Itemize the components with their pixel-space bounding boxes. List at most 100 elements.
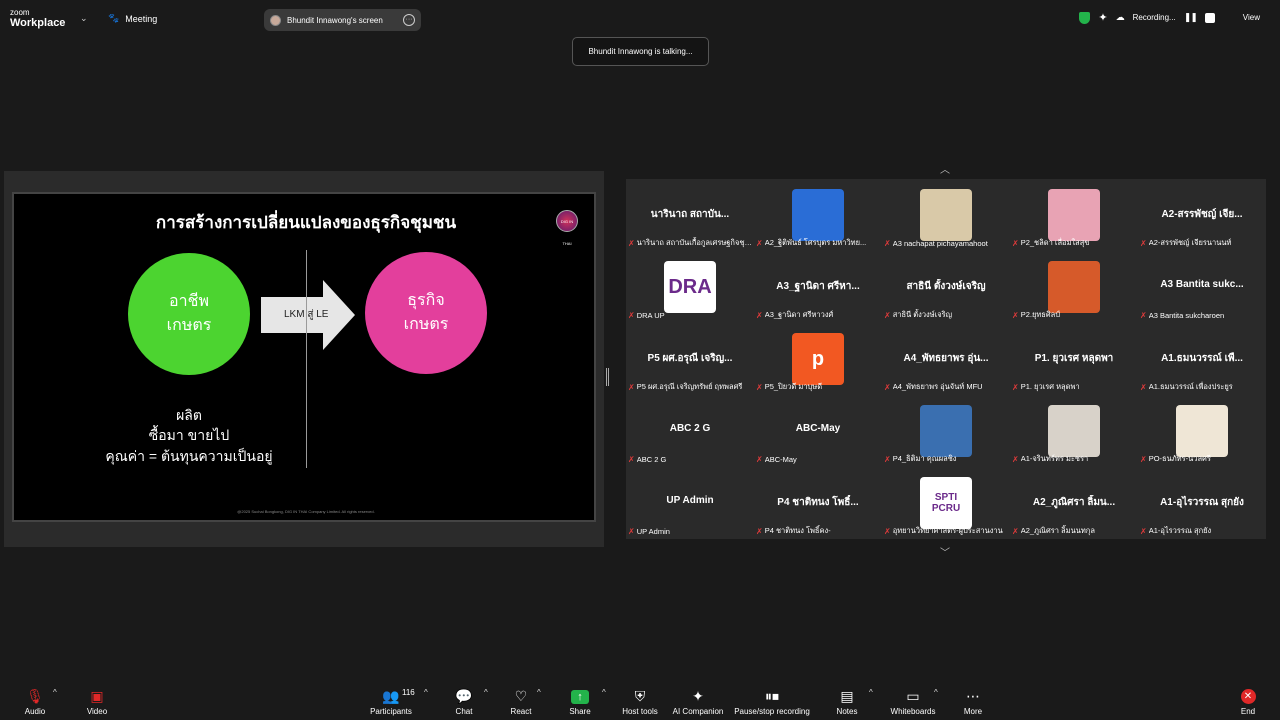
- screen-label: Bhundit Innawong's screen: [287, 15, 383, 25]
- share-button[interactable]: ↑ Share: [565, 680, 595, 720]
- zoom-logo[interactable]: zoom Workplace: [10, 9, 65, 29]
- participant-tile[interactable]: P1. ยุวเรศ หลุดพา ✗ P1. ยุวเรศ หลุดพา: [1010, 323, 1138, 395]
- participant-tile[interactable]: ✗ A2_ฐิติพันธ์ โศรบุตร มหาวิทย...: [754, 179, 882, 251]
- caret-up-icon[interactable]: ^: [869, 688, 873, 697]
- whiteboards-button[interactable]: ▭ Whiteboards: [888, 680, 938, 720]
- participant-tile[interactable]: ✗ A3 nachapat pichayamahoot: [882, 179, 1010, 251]
- meeting-info-button[interactable]: 🐾 Meeting: [108, 13, 157, 24]
- participant-name: A4_พัทธยาพร อุ่นจันท์ MFU: [892, 382, 983, 391]
- circle-text: ธุรกิจ: [407, 292, 445, 309]
- stop-icon[interactable]: [1204, 12, 1215, 23]
- participant-name-bar: ✗ A2_ภูณิศรา ลิ้มนนทกุล: [1012, 525, 1136, 537]
- participant-tile[interactable]: A3_ฐานิดา ศรีหา... ✗ A3_ฐานิดา ศรีหาวงศ์: [754, 251, 882, 323]
- ai-companion-icon[interactable]: ✦: [1098, 11, 1107, 24]
- react-button[interactable]: ♡ React: [506, 680, 536, 720]
- caret-up-icon[interactable]: ^: [53, 688, 57, 697]
- mic-muted-icon: ✗: [756, 526, 763, 536]
- chevron-up-icon[interactable]: ︿: [940, 161, 950, 176]
- participant-display-name: P4 ชาติทนง โพธิ์...: [777, 497, 859, 508]
- participant-tile[interactable]: สาธินี ตั้งวงษ์เจริญ ✗ สาธินี ตั้งวงษ์เจริ…: [882, 251, 1010, 323]
- participant-tile[interactable]: ✗ PO-ธนภัทร-นวลศรี: [1138, 395, 1266, 467]
- caret-up-icon[interactable]: ^: [484, 688, 488, 697]
- participant-tile[interactable]: P5 ผศ.อรุณี เจริญ... ✗ P5 ผศ.อรุณี เจริญทร…: [626, 323, 754, 395]
- meeting-label: Meeting: [125, 13, 158, 24]
- participant-tile[interactable]: UP Admin ✗ UP Admin: [626, 467, 754, 539]
- participant-tile[interactable]: A2-สรรพัชญ์ เจีย... ✗ A2-สรรพัชญ์ เจียรนาน…: [1138, 179, 1266, 251]
- more-icon[interactable]: ···: [403, 14, 415, 26]
- participant-tile[interactable]: ✗ P2_ชลิดา เลื่อมใสสุข: [1010, 179, 1138, 251]
- participant-name-bar: ✗ A1-จรินทร์ทร มะชรา: [1012, 453, 1136, 465]
- caret-up-icon[interactable]: ^: [537, 688, 541, 697]
- chevron-down-icon[interactable]: ﹀: [940, 544, 950, 559]
- participant-photo: [1048, 189, 1100, 241]
- participant-name: ABC-May: [764, 454, 797, 464]
- participant-tile[interactable]: DRA ✗ DRA UP: [626, 251, 754, 323]
- mic-muted-icon: ✗: [628, 310, 635, 320]
- mic-muted-icon: ✗: [628, 526, 635, 536]
- mic-muted-icon: ✗: [884, 310, 891, 320]
- participant-tile[interactable]: ✗ P2.ยุทธศิลป์: [1010, 251, 1138, 323]
- participant-name: A1.ธมนวรรณ์ เพื่องประยูร: [1148, 382, 1233, 391]
- caret-up-icon[interactable]: ^: [424, 688, 428, 697]
- top-right-controls: ✦ ☁ Recording... ❚❚ View: [1079, 11, 1260, 24]
- host-tools-button[interactable]: ⛨ Host tools: [618, 680, 662, 720]
- participants-icon: 👥: [382, 688, 400, 704]
- chat-icon: 💬: [455, 688, 473, 704]
- participant-tile[interactable]: ABC 2 G ✗ ABC 2 G: [626, 395, 754, 467]
- shared-screen-pill[interactable]: Bhundit Innawong's screen ···: [264, 9, 421, 31]
- react-label: React: [510, 707, 532, 716]
- participant-name: A3 Bantita sukcharoen: [1148, 310, 1225, 320]
- participant-tile[interactable]: นารินาถ สถาบัน... ✗ นารินาถ สถาบันเกื้อกูล…: [626, 179, 754, 251]
- end-button[interactable]: ✕ End: [1236, 680, 1260, 720]
- video-off-icon: ▣: [90, 688, 104, 704]
- participant-tile[interactable]: SPTI PCRU ✗ อุทยานวิทยาศาสตร์-ผู้ประสานงาน: [882, 467, 1010, 539]
- chevron-down-icon[interactable]: ⌄: [80, 13, 88, 24]
- caret-up-icon[interactable]: ^: [934, 688, 938, 697]
- slide-divider: [306, 250, 307, 468]
- resize-handle[interactable]: [606, 368, 609, 386]
- participant-tile[interactable]: A3 Bantita sukc... ✗ A3 Bantita sukcharoen: [1138, 251, 1266, 323]
- shield-icon[interactable]: [1079, 11, 1091, 24]
- participant-name-bar: ✗ ABC 2 G: [628, 453, 752, 465]
- participant-name-bar: ✗ P2.ยุทธศิลป์: [1012, 309, 1136, 321]
- participant-name-bar: ✗ P1. ยุวเรศ หลุดพา: [1012, 381, 1136, 393]
- notes-button[interactable]: ▤ Notes: [834, 680, 860, 720]
- pause-icon[interactable]: ❚❚: [1184, 12, 1198, 23]
- pause-recording-button[interactable]: ⏸⏹ Pause/stop recording: [732, 680, 812, 720]
- participant-name: นารินาถ สถาบันเกื้อกูลเศรษฐกิจชุม...: [636, 238, 752, 247]
- participant-display-name: สาธินี ตั้งวงษ์เจริญ: [906, 281, 986, 292]
- participant-name: DRA UP: [636, 310, 665, 320]
- mic-muted-icon: ✗: [1140, 454, 1147, 464]
- more-button[interactable]: ⋯ More: [960, 680, 986, 720]
- participant-tile[interactable]: ABC-May ✗ ABC-May: [754, 395, 882, 467]
- slide-line: ซื้อมา ขายไป: [148, 427, 230, 444]
- participant-name: P4 ชาติทนง โพธิ์คง-: [764, 526, 831, 535]
- participant-tile[interactable]: A2_ภูณิศรา ลิ้มน... ✗ A2_ภูณิศรา ลิ้มนนทกุ…: [1010, 467, 1138, 539]
- participant-name-bar: ✗ อุทยานวิทยาศาสตร์-ผู้ประสานงาน: [884, 525, 1008, 537]
- caret-up-icon[interactable]: ^: [602, 688, 606, 697]
- mic-muted-icon: ✗: [1140, 310, 1147, 320]
- participants-button[interactable]: 👥 Participants: [366, 680, 416, 720]
- participant-tile[interactable]: ✗ A1-จรินทร์ทร มะชรา: [1010, 395, 1138, 467]
- host-tools-label: Host tools: [622, 707, 658, 716]
- participant-tile[interactable]: ✗ P4_ธิติมา คุณผลชิง: [882, 395, 1010, 467]
- participant-tile[interactable]: A1-อุไรวรรณ สุกยัง ✗ A1-อุไรวรรณ สุกยัง: [1138, 467, 1266, 539]
- participant-name-bar: ✗ A2_ฐิติพันธ์ โศรบุตร มหาวิทย...: [756, 237, 880, 249]
- audio-button[interactable]: 🎙 Audio: [20, 680, 50, 720]
- chat-button[interactable]: 💬 Chat: [450, 680, 478, 720]
- mic-muted-icon: ✗: [884, 454, 891, 464]
- participant-name: P2.ยุทธศิลป์: [1020, 310, 1060, 319]
- mic-muted-icon: ✗: [1012, 454, 1019, 464]
- participant-display-name: P5 ผศ.อรุณี เจริญ...: [647, 353, 733, 364]
- ai-companion-button[interactable]: ✦ AI Companion: [670, 680, 726, 720]
- participant-tile[interactable]: P4 ชาติทนง โพธิ์... ✗ P4 ชาติทนง โพธิ์คง-: [754, 467, 882, 539]
- view-button[interactable]: View: [1243, 13, 1260, 22]
- circle-text: เกษตร: [403, 316, 449, 333]
- shield-icon: ⛨: [634, 688, 646, 704]
- slide: การสร้างการเปลี่ยนแปลงของธุรกิจชุมชน DIG…: [12, 192, 596, 522]
- participant-tile[interactable]: p ✗ P5_ปิยวดี มาบุษดี: [754, 323, 882, 395]
- participant-tile[interactable]: A1.ธมนวรรณ์ เพื... ✗ A1.ธมนวรรณ์ เพื่องประ…: [1138, 323, 1266, 395]
- participant-name: A2_ภูณิศรา ลิ้มนนทกุล: [1020, 526, 1095, 535]
- video-button[interactable]: ▣ Video: [82, 680, 112, 720]
- participant-tile[interactable]: A4_พัทธยาพร อุ่น... ✗ A4_พัทธยาพร อุ่นจันท…: [882, 323, 1010, 395]
